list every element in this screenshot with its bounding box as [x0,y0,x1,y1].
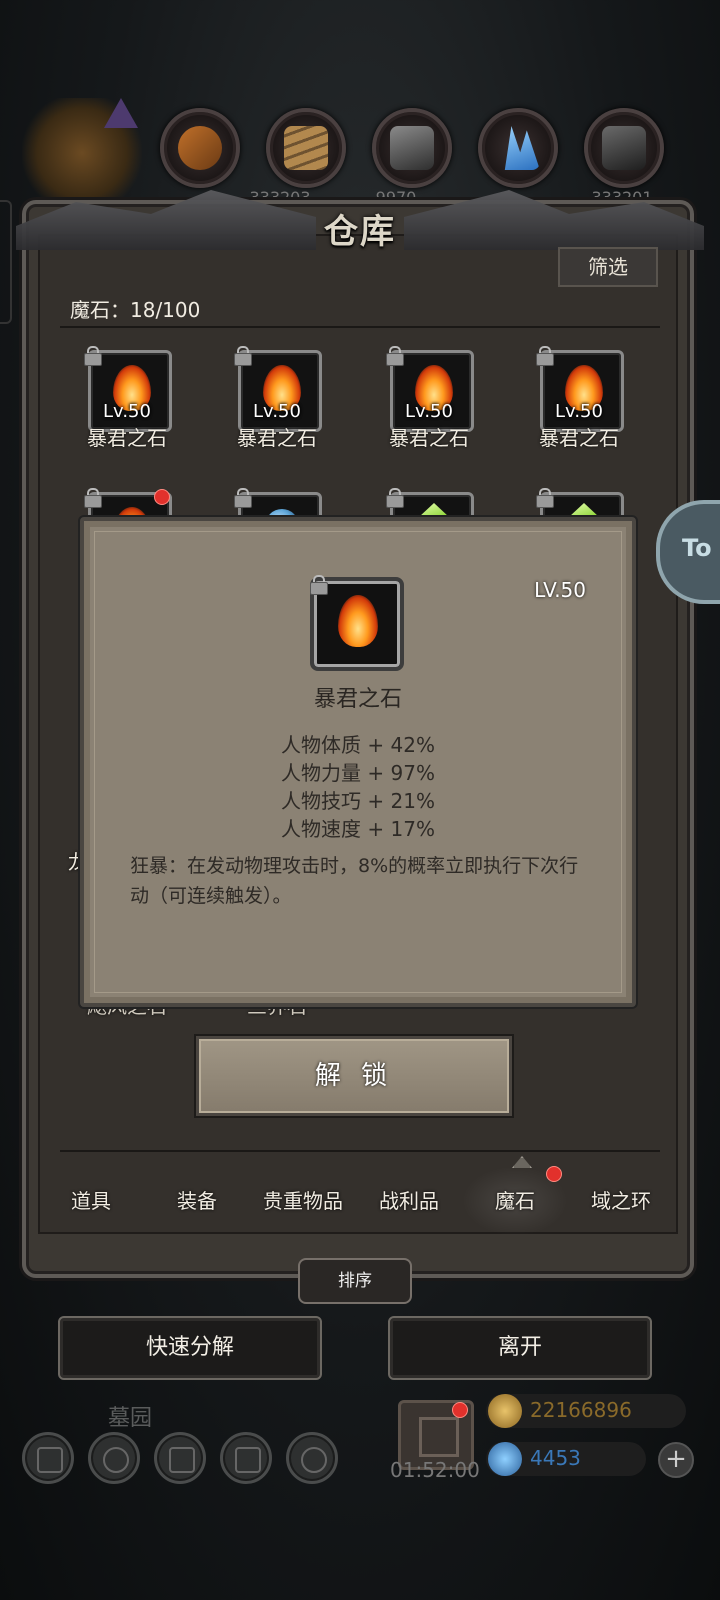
tab-notification-badge [546,1166,562,1182]
item-detail-popup[interactable]: LV.50 暴君之石 人物体质 + 42% 人物力量 + 97% 人物技巧 + … [80,517,636,1007]
plank-icon[interactable] [266,108,346,188]
lock-icon [84,488,102,508]
lock-icon [386,346,404,366]
lock-icon [234,488,252,508]
item-slot[interactable]: Lv.50 [84,346,172,432]
gem-amount: 4453 [530,1446,581,1470]
wood-log-icon[interactable] [160,108,240,188]
magic-stone-count: 魔石：18/100 [70,298,201,322]
item-slot[interactable]: Lv.50 [536,346,624,432]
item-slot[interactable]: Lv.50 [234,346,322,432]
blue-crystal-icon[interactable] [478,108,558,188]
item-level: Lv.50 [103,401,151,422]
add-currency-button[interactable]: + [658,1442,694,1478]
lock-icon [386,488,404,508]
item-name: 暴君之石 [87,426,167,450]
gold-amount: 22166896 [530,1398,632,1422]
category-tabs: 道具 装备 贵重物品 战利品 魔石 域之环 [38,1166,678,1236]
quick-decompose-button[interactable]: 快速分解 [58,1316,322,1380]
item-level: Lv.50 [253,401,301,422]
tab-items[interactable]: 道具 [38,1166,144,1236]
tab-valuables[interactable]: 贵重物品 [250,1166,356,1236]
divider [60,1150,660,1152]
settings-icon[interactable] [22,1432,74,1484]
witch-hat-icon [104,98,138,128]
lock-icon [234,346,252,366]
lock-icon [536,346,554,366]
lock-icon [536,488,554,508]
sort-button[interactable]: 排序 [298,1258,412,1304]
item-name: 暴君之石 [389,426,469,450]
gem-currency: 4453 [486,1442,646,1476]
new-badge [154,489,170,505]
book-icon[interactable] [154,1432,206,1484]
gold-coin-icon [488,1394,522,1428]
tab-equipment[interactable]: 装备 [144,1166,250,1236]
dark-ore-icon[interactable] [584,108,664,188]
location-label: 墓园 [108,1406,153,1431]
stat-line: 人物速度 + 17% [281,817,435,841]
leave-button[interactable]: 离开 [388,1316,652,1380]
tab-domain-ring[interactable]: 域之环 [568,1166,674,1236]
gift-timer: 01:52:00 [390,1458,480,1482]
item-level: Lv.50 [405,401,453,422]
resource-bar: 333203 9970 333201 [0,98,720,207]
gold-currency: 22166896 [486,1394,686,1428]
unlock-button[interactable]: 解 锁 [196,1036,512,1116]
detail-description: 狂暴：在发动物理攻击时，8%的概率立即执行下次行动（可连续触发）。 [130,855,579,907]
item-slot[interactable]: Lv.50 [386,346,474,432]
blue-gem-icon [488,1442,522,1476]
stat-line: 人物体质 + 42% [281,733,435,757]
tab-loot[interactable]: 战利品 [356,1166,462,1236]
detail-level: LV.50 [534,578,586,602]
stat-line: 人物技巧 + 21% [281,789,435,813]
item-name: 暴君之石 [237,426,317,450]
star-icon[interactable] [88,1432,140,1484]
map-icon[interactable] [286,1432,338,1484]
item-name: 暴君之石 [539,426,619,450]
mail-icon[interactable] [220,1432,272,1484]
filter-button[interactable]: 筛选 [558,247,658,287]
stat-line: 人物力量 + 97% [281,761,435,785]
detail-item-name: 暴君之石 [313,687,402,712]
divider [60,326,660,328]
page-title: 仓库 [324,212,396,252]
side-button-label: To [682,534,712,562]
flame-stone-icon [338,595,378,647]
iron-ingot-icon[interactable] [372,108,452,188]
lock-icon [310,575,328,595]
gift-notification-badge [452,1402,468,1418]
item-level: Lv.50 [555,401,603,422]
lock-icon [84,346,102,366]
player-avatar[interactable] [22,98,142,198]
